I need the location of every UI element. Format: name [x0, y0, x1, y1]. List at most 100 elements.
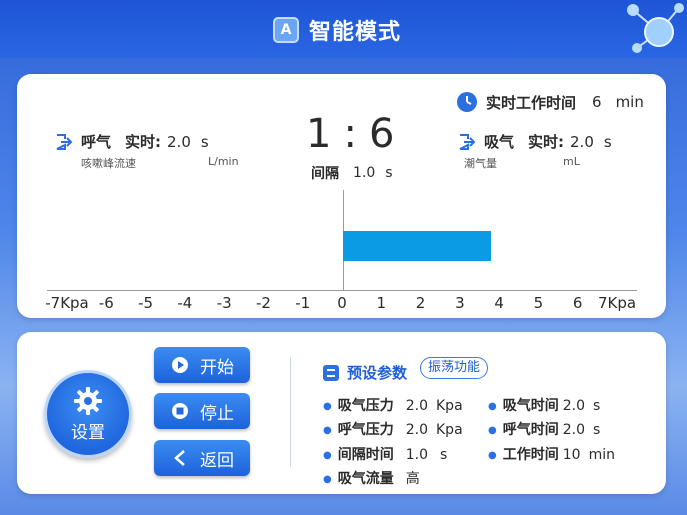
bullet-icon: ● — [488, 449, 497, 461]
preset-value: 2.0 — [405, 422, 428, 438]
preset-value: 2.0 — [562, 422, 585, 438]
preset-unit: s — [440, 447, 448, 463]
exhale-arrow-icon — [56, 133, 73, 150]
bullet-icon: ● — [323, 449, 332, 461]
title-bar: A 智能模式 — [0, 0, 687, 58]
exhale-realtime-label: 实时: — [125, 133, 162, 151]
tick-label: 0 — [337, 294, 347, 312]
preset-value: 2.0 — [562, 398, 585, 414]
title-wrap: A 智能模式 — [273, 14, 401, 46]
inhale-realtime-value: 2.0 — [570, 132, 594, 151]
preset-name: 工作时间 — [502, 447, 559, 463]
tick-label: -1 — [295, 294, 311, 312]
tick-label: 5 — [533, 294, 544, 312]
stop-icon — [170, 401, 190, 421]
work-time-row: 实时工作时间 6 min — [456, 91, 644, 113]
pressure-axis — [47, 290, 637, 291]
back-label: 返回 — [200, 450, 234, 471]
preset-name: 吸气压力 — [337, 398, 394, 414]
bullet-icon: ● — [488, 400, 497, 412]
preset-item: ● 间隔时间 1.0 s — [323, 444, 447, 464]
tick-label: 4 — [494, 294, 504, 312]
tick-label: 3 — [455, 294, 465, 312]
tick-label: -4 — [177, 294, 193, 312]
interval-value: 1.0 — [353, 165, 376, 181]
back-button[interactable]: 返回 — [154, 440, 250, 476]
settings-button[interactable]: 设置 — [44, 370, 132, 458]
tick-label: 2 — [415, 294, 426, 312]
work-time-value: 6 — [592, 93, 602, 111]
inhale-realtime-unit: s — [603, 132, 612, 151]
bullet-icon: ● — [488, 424, 497, 436]
preset-list-icon — [323, 364, 339, 381]
preset-unit: Kpa — [436, 398, 463, 414]
tick-label: 7Kpa — [597, 294, 637, 312]
interval-label: 间隔 — [311, 166, 339, 182]
preset-unit: s — [593, 422, 601, 438]
clock-icon — [457, 92, 477, 112]
ratio-left: 1 — [306, 111, 332, 157]
ratio-separator: : — [343, 111, 357, 157]
preset-item: ● 呼气时间 2.0 s — [488, 419, 600, 439]
exhale-realtime-value: 2.0 — [167, 132, 191, 151]
preset-value: 10 — [562, 447, 581, 463]
ie-ratio: 1 : 6 — [306, 111, 394, 157]
inhale-realtime-label: 实时: — [528, 133, 565, 151]
preset-name: 间隔时间 — [337, 447, 394, 463]
preset-name: 呼气压力 — [337, 422, 394, 438]
tick-label: -7Kpa — [45, 294, 89, 312]
chevron-left-icon — [170, 448, 190, 468]
stop-label: 停止 — [200, 403, 234, 424]
pressure-bar — [343, 231, 492, 261]
tick-label: -5 — [138, 294, 154, 312]
cough-flow-label: 咳嗽峰流速 — [81, 157, 136, 170]
preset-item: ● 吸气流量高 — [323, 468, 420, 488]
tick-label: -2 — [255, 294, 271, 312]
page-title: 智能模式 — [309, 20, 402, 45]
preset-item: ● 工作时间 10 min — [488, 444, 615, 464]
tidal-volume-unit: mL — [563, 155, 580, 168]
tick-label: 6 — [572, 294, 583, 312]
tidal-volume-label: 潮气量 — [464, 157, 497, 170]
preset-item: ● 呼气压力 2.0 Kpa — [323, 419, 463, 439]
preset-unit: min — [588, 447, 615, 463]
bullet-icon: ● — [323, 473, 332, 485]
work-time-label: 实时工作时间 — [486, 93, 577, 112]
exhale-row: 呼气 实时: 2.0 s — [55, 131, 209, 152]
bullet-icon: ● — [323, 400, 332, 412]
preset-value: 2.0 — [405, 398, 428, 414]
preset-item: ● 吸气时间 2.0 s — [488, 395, 600, 415]
ratio-right: 6 — [368, 111, 395, 157]
preset-header: 预设参数 — [323, 362, 407, 383]
interval-row: 间隔 1.0 s — [311, 163, 393, 183]
preset-item: ● 吸气压力 2.0 Kpa — [323, 395, 463, 415]
tick-label: 1 — [376, 294, 387, 312]
tick-label: -3 — [216, 294, 232, 312]
preset-name: 吸气时间 — [502, 398, 559, 414]
divider — [290, 357, 291, 467]
inhale-label: 吸气 — [484, 133, 515, 151]
play-icon — [170, 355, 190, 375]
inhale-arrow-icon — [459, 133, 476, 150]
interval-unit: s — [385, 165, 393, 181]
tick-label: -6 — [98, 294, 114, 312]
oscillation-function-tag[interactable]: 振荡功能 — [420, 357, 489, 379]
preset-name: 呼气时间 — [502, 422, 559, 438]
molecule-decoration-icon — [627, 3, 684, 53]
stop-button[interactable]: 停止 — [154, 393, 250, 429]
start-button[interactable]: 开始 — [154, 347, 250, 383]
exhale-label: 呼气 — [81, 133, 112, 151]
preset-unit: Kpa — [436, 422, 463, 438]
inhale-row: 吸气 实时: 2.0 s — [458, 131, 612, 152]
preset-title: 预设参数 — [347, 364, 408, 382]
bullet-icon: ● — [323, 424, 332, 436]
preset-value: 高 — [405, 471, 420, 487]
preset-name: 吸气流量 — [337, 471, 394, 487]
gear-icon — [74, 386, 102, 415]
preset-value: 1.0 — [405, 447, 428, 463]
cough-flow-unit: L/min — [208, 155, 239, 168]
settings-label: 设置 — [71, 422, 105, 443]
preset-unit: s — [593, 398, 601, 414]
start-label: 开始 — [200, 357, 234, 378]
mode-icon: A — [273, 17, 299, 43]
